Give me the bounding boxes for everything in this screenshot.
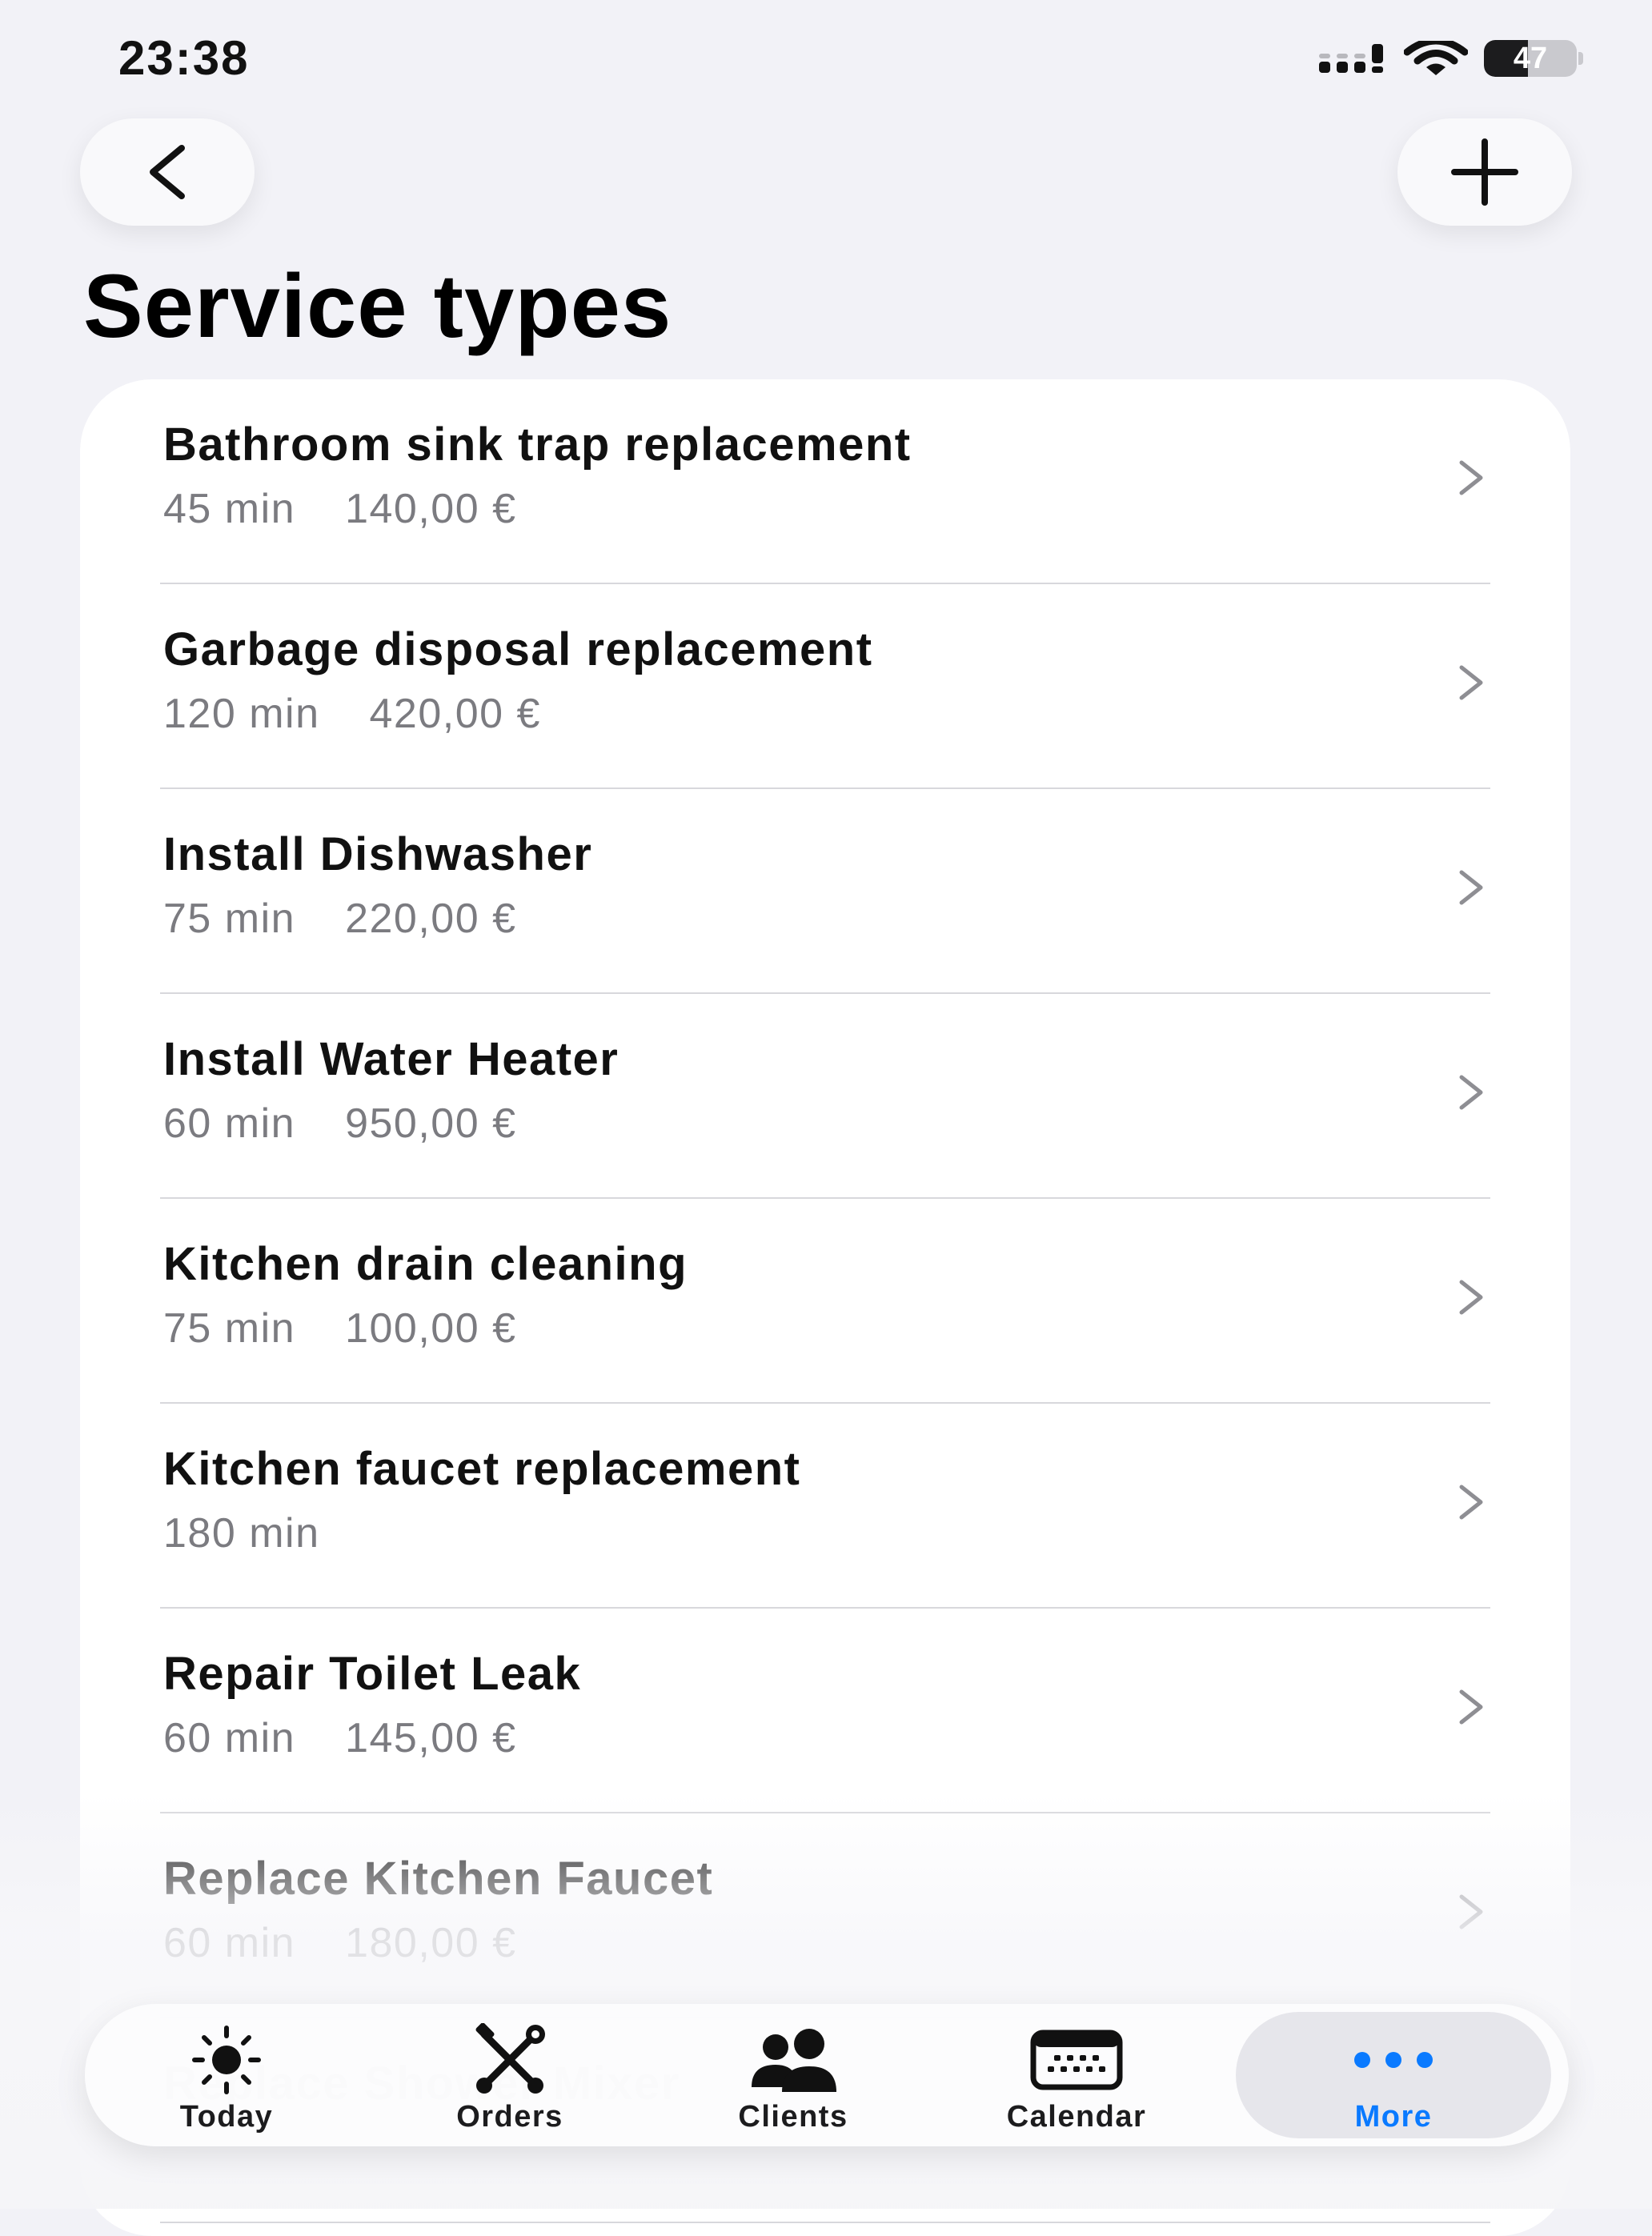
service-meta: 60 min 145,00 € (163, 1714, 517, 1762)
service-price: 420,00 € (369, 691, 541, 737)
battery-icon: 47 (1484, 40, 1583, 77)
service-name: Install Dishwasher (163, 828, 593, 880)
service-list-item[interactable]: Garbage disposal replacement 120 min 420,0… (160, 584, 1490, 789)
service-name: Kitchen drain cleaning (163, 1238, 688, 1290)
service-price: 220,00 € (345, 896, 517, 942)
chevron-left-icon (150, 145, 185, 199)
sun-icon (192, 2026, 261, 2094)
service-meta: 60 min 950,00 € (163, 1100, 517, 1148)
status-icons: 47 (1319, 40, 1583, 77)
service-name: Replace Kitchen Faucet (163, 1853, 714, 1905)
tab-bar: Today Orders Clients Calendar More (85, 2004, 1569, 2146)
tab-label-calendar: Calendar (1006, 2100, 1147, 2134)
service-list-item[interactable]: Bathroom sink trap replacement 45 min 140,… (160, 379, 1490, 584)
status-bar: 23:38 47 (0, 0, 1652, 112)
cellular-signal-icon (1319, 44, 1383, 73)
page-title: Service types (83, 256, 672, 356)
service-price: 180,00 € (345, 1920, 517, 1966)
battery-level: 47 (1513, 41, 1548, 75)
ellipsis-icon (1354, 2052, 1433, 2068)
chevron-right-icon (1459, 665, 1483, 700)
service-meta: 45 min 140,00 € (163, 485, 517, 533)
wifi-icon (1404, 41, 1468, 75)
tab-calendar[interactable]: Calendar (935, 2004, 1218, 2146)
tab-label-clients: Clients (738, 2100, 848, 2134)
service-duration: 75 min (163, 896, 296, 942)
service-list-item[interactable]: Install Water Heater 60 min 950,00 € (160, 994, 1490, 1199)
tools-icon (475, 2023, 545, 2094)
plus-icon (1451, 138, 1518, 206)
service-price: 140,00 € (345, 486, 517, 532)
calendar-icon (1030, 2030, 1123, 2090)
back-button[interactable] (80, 118, 255, 226)
service-price: 145,00 € (345, 1715, 517, 1761)
service-name: Kitchen faucet replacement (163, 1443, 801, 1495)
chevron-right-icon (1459, 1894, 1483, 1929)
add-service-button[interactable] (1397, 118, 1572, 226)
service-name: Garbage disposal replacement (163, 623, 873, 675)
chevron-right-icon (1459, 1485, 1483, 1520)
service-duration: 45 min (163, 486, 296, 532)
tab-orders[interactable]: Orders (368, 2004, 652, 2146)
chevron-right-icon (1459, 870, 1483, 905)
service-meta: 120 min 420,00 € (163, 690, 541, 738)
service-name: Repair Toilet Leak (163, 1648, 582, 1700)
status-time: 23:38 (118, 31, 250, 85)
service-duration: 75 min (163, 1305, 296, 1352)
chevron-right-icon (1459, 1689, 1483, 1725)
service-meta: 180 min (163, 1509, 320, 1557)
tab-clients[interactable]: Clients (652, 2004, 935, 2146)
service-list-item[interactable]: Kitchen drain cleaning 75 min 100,00 € (160, 1199, 1490, 1404)
chevron-right-icon (1459, 460, 1483, 495)
chevron-right-icon (1459, 1075, 1483, 1110)
tab-label-today: Today (179, 2100, 274, 2134)
service-name: Install Water Heater (163, 1033, 620, 1085)
tab-more[interactable]: More (1236, 2012, 1551, 2138)
service-duration: 60 min (163, 1100, 296, 1147)
tab-label-orders: Orders (456, 2100, 563, 2134)
service-list: Bathroom sink trap replacement 45 min 140,… (80, 379, 1570, 2223)
tab-label-more: More (1354, 2100, 1433, 2134)
service-list-item[interactable]: Kitchen faucet replacement 180 min (160, 1404, 1490, 1609)
tab-today[interactable]: Today (85, 2004, 368, 2146)
service-duration: 180 min (163, 1510, 320, 1557)
service-meta: 75 min 220,00 € (163, 895, 517, 943)
service-price: 100,00 € (345, 1305, 517, 1352)
service-list-item[interactable]: Repair Toilet Leak 60 min 145,00 € (160, 1609, 1490, 1813)
service-meta: 60 min 180,00 € (163, 1919, 517, 1967)
service-duration: 120 min (163, 691, 320, 737)
service-list-card: Bathroom sink trap replacement 45 min 140,… (80, 379, 1570, 2236)
chevron-right-icon (1459, 1280, 1483, 1315)
people-icon (752, 2029, 836, 2092)
service-price: 950,00 € (345, 1100, 517, 1147)
service-list-item[interactable]: Replace Kitchen Faucet 60 min 180,00 € (160, 1813, 1490, 2018)
service-duration: 60 min (163, 1715, 296, 1761)
service-list-item[interactable]: Install Dishwasher 75 min 220,00 € (160, 789, 1490, 994)
service-duration: 60 min (163, 1920, 296, 1966)
service-meta: 75 min 100,00 € (163, 1304, 517, 1352)
service-name: Bathroom sink trap replacement (163, 419, 912, 471)
